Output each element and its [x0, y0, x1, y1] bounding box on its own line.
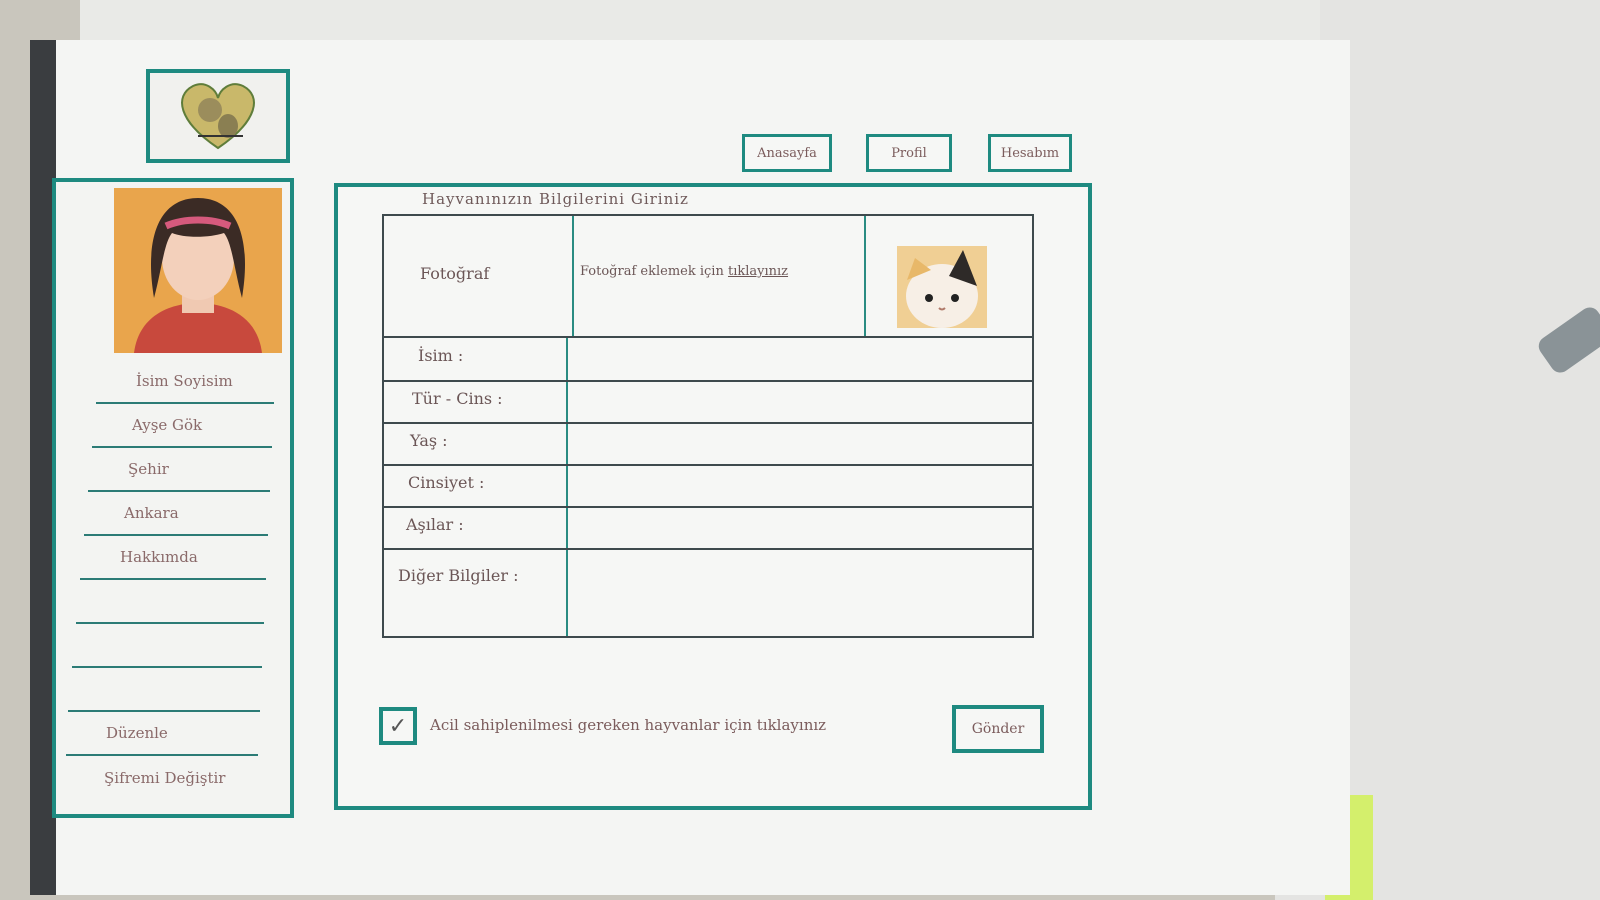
checkmark-icon: ✓: [388, 713, 408, 739]
other-info-label: Diğer Bilgiler :: [398, 566, 519, 585]
pet-logo-icon: [181, 83, 255, 150]
avatar: [114, 188, 282, 353]
nav-profile-button[interactable]: Profil: [866, 134, 952, 172]
sidebar-about-label: Hakkımda: [80, 536, 266, 580]
name-label: İsim :: [418, 346, 464, 365]
sidebar-empty-row: [76, 580, 264, 624]
photo-upload-link[interactable]: tıklayınız: [728, 264, 788, 279]
submit-button[interactable]: Gönder: [952, 705, 1044, 753]
gender-field[interactable]: [570, 468, 1030, 504]
profile-sidebar: İsim Soyisim Ayşe Gök Şehir Ankara Hakkı…: [52, 178, 294, 818]
other-info-field[interactable]: [570, 552, 1030, 634]
table-divider: [384, 506, 1032, 508]
app-logo[interactable]: [146, 69, 290, 163]
table-divider: [864, 216, 866, 338]
pet-photo[interactable]: [897, 246, 987, 328]
sidebar-empty-row: [72, 624, 262, 668]
vaccines-field[interactable]: [570, 510, 1030, 546]
photo-hint-text: Fotoğraf eklemek için: [580, 264, 724, 279]
sidebar-city-value: Ankara: [84, 492, 268, 536]
photo-label: Fotoğraf: [420, 264, 490, 283]
age-field[interactable]: [570, 426, 1030, 462]
sidebar-change-password-button[interactable]: Şifremi Değiştir: [64, 756, 256, 800]
nav-account-button[interactable]: Hesabım: [988, 134, 1072, 172]
pet-info-table: Fotoğraf Fotoğraf eklemek için tıklayını…: [382, 214, 1034, 638]
sidebar-name-label: İsim Soyisim: [96, 360, 274, 404]
table-divider: [572, 216, 574, 338]
table-divider: [384, 336, 1032, 338]
breed-label: Tür - Cins :: [412, 389, 503, 408]
table-divider: [384, 380, 1032, 382]
table-divider: [384, 548, 1032, 550]
sidebar-edit-button[interactable]: Düzenle: [66, 712, 258, 756]
cat-face-icon: [897, 246, 987, 328]
gender-label: Cinsiyet :: [408, 473, 485, 492]
sidebar-name-value: Ayşe Gök: [92, 404, 272, 448]
form-title: Hayvanınızın Bilgilerini Giriniz: [422, 190, 689, 208]
sidebar-empty-row: [68, 668, 260, 712]
breed-field[interactable]: [570, 384, 1030, 420]
table-divider: [384, 422, 1032, 424]
age-label: Yaş :: [410, 431, 448, 450]
photo-upload-hint: Fotoğraf eklemek için tıklayınız: [580, 264, 788, 279]
urgent-adoption-checkbox[interactable]: ✓: [379, 707, 417, 745]
sidebar-city-label: Şehir: [88, 448, 270, 492]
urgent-adoption-label: Acil sahiplenilmesi gereken hayvanlar iç…: [430, 716, 827, 734]
vaccines-label: Aşılar :: [406, 515, 464, 534]
nav-home-button[interactable]: Anasayfa: [742, 134, 832, 172]
table-divider: [566, 338, 568, 636]
table-divider: [384, 464, 1032, 466]
user-avatar-icon: [114, 188, 282, 353]
name-field[interactable]: [574, 340, 1030, 378]
